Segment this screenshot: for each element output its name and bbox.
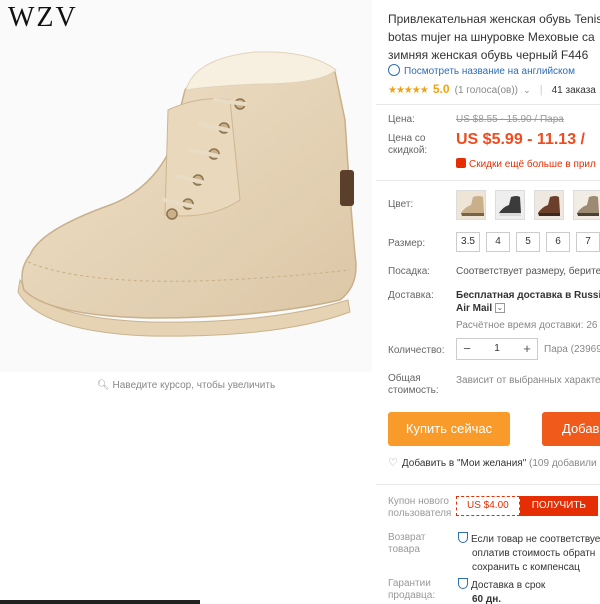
quantity-stepper: − 1 +	[456, 338, 538, 360]
discount-price-label-2: скидкой:	[388, 145, 428, 156]
shipping-label: Доставка:	[388, 290, 434, 301]
boot-thumbnail	[496, 191, 525, 219]
buy-now-button[interactable]: Купить сейчас	[388, 412, 510, 446]
size-option[interactable]: 3.5	[456, 232, 480, 252]
title-line-2: botas mujer на шнуровке Меховые са	[388, 30, 595, 44]
total-value: Зависит от выбранных характе	[456, 375, 600, 386]
product-info-panel: Привлекательная женская обувь Tenis bota…	[376, 0, 600, 604]
size-option[interactable]: 4	[486, 232, 510, 252]
quantity-input[interactable]: 1	[477, 339, 517, 359]
shipping-line-1: Бесплатная доставка в Russi	[456, 290, 600, 301]
coupon-label-2: пользователя	[388, 508, 452, 519]
rating-stars-icon: ★★★★★	[388, 85, 429, 96]
boot-illustration	[17, 51, 357, 337]
quantity-label: Количество:	[388, 345, 445, 356]
translate-icon	[388, 64, 400, 76]
guarantee-line-2: 60 дн.	[472, 594, 502, 604]
wishlist-count: (109 добавили	[529, 458, 597, 469]
size-label: Размер:	[388, 238, 426, 249]
shield-icon	[458, 578, 468, 589]
returns-label-2: товара	[388, 544, 420, 555]
zoom-hint: 🔍︎ Наведите курсор, чтобы увеличить	[0, 380, 372, 391]
price-label: Цена:	[388, 114, 415, 125]
divider	[376, 104, 600, 105]
total-label-1: Общая	[388, 373, 421, 384]
color-label: Цвет:	[388, 199, 414, 210]
chevron-down-icon[interactable]: ⌄	[494, 303, 505, 314]
coupon-amount: US $4.00	[456, 496, 520, 516]
guarantee-label-2: продавца:	[388, 590, 436, 601]
rating-row: ★★★★★ 5.0 (1 голоса(ов)) ⌄ | 41 заказа	[388, 82, 596, 96]
boot-thumbnail	[574, 191, 600, 219]
size-option[interactable]: 5	[516, 232, 540, 252]
shield-icon	[458, 532, 468, 543]
returns-line-2: оплатив стоимость обратн	[472, 548, 596, 559]
divider: |	[539, 84, 543, 96]
size-option[interactable]: 7	[576, 232, 600, 252]
rating-value[interactable]: 5.0	[433, 82, 450, 96]
divider	[376, 180, 600, 181]
title-line-1: Привлекательная женская обувь Tenis	[388, 12, 600, 26]
discount-price: US $5.99 - 11.13 /	[456, 131, 585, 148]
available-count: Пара (23969	[544, 344, 600, 355]
color-swatch-2[interactable]	[495, 190, 526, 220]
app-discount-note[interactable]: Скидки ещё больше в прил	[456, 158, 596, 170]
color-swatch-3[interactable]	[534, 190, 565, 220]
app-discount-text: Скидки ещё больше в прил	[469, 159, 596, 170]
fit-label: Посадка:	[388, 266, 431, 277]
guarantee-label-1: Гарантии	[388, 578, 431, 589]
size-options: 3.5 4 5 6 7	[456, 232, 600, 252]
wishlist-text: Добавить в "Мои желания"	[401, 458, 527, 469]
title-line-3: зимняя женская обувь черный F446	[388, 48, 589, 62]
shipping-line-2: Air Mail	[456, 303, 493, 314]
mobile-tag-icon	[456, 158, 466, 168]
discount-price-label-1: Цена со	[388, 133, 426, 144]
divider	[376, 484, 600, 485]
add-to-cart-button[interactable]: Добав	[542, 412, 600, 446]
magnifier-icon: 🔍︎	[96, 380, 110, 391]
bottom-bar	[0, 600, 200, 604]
returns-line-1: Если товар не соответствует	[471, 534, 600, 545]
color-swatch-1[interactable]	[456, 190, 486, 220]
quantity-plus-button[interactable]: +	[517, 339, 537, 359]
returns-label-1: Возврат	[388, 532, 426, 543]
boot-thumbnail	[535, 191, 564, 219]
image-gallery: WZV 🔍︎ Наведите курсор, чтобы увеличить	[0, 0, 372, 604]
heart-icon: ♡	[388, 457, 398, 469]
rating-votes[interactable]: (1 голоса(ов))	[455, 85, 518, 96]
color-swatch-4[interactable]	[573, 190, 600, 220]
translate-link-text: Посмотреть название на английском	[404, 66, 575, 77]
returns-line-3: сохранить с компенсац	[472, 562, 580, 573]
get-coupon-button[interactable]: ПОЛУЧИТЬ	[519, 496, 598, 516]
old-price: US $8.55 - 15.90 / Пара	[456, 114, 564, 125]
total-label-2: стоимость:	[388, 385, 439, 396]
size-option[interactable]: 6	[546, 232, 570, 252]
boot-thumbnail	[457, 191, 485, 219]
returns-policy: Если товар не соответствует оплатив стои…	[458, 532, 600, 575]
delivery-eta: Расчётное время доставки: 26	[456, 320, 598, 331]
quantity-minus-button[interactable]: −	[457, 339, 477, 359]
new-user-coupon: US $4.00 ПОЛУЧИТЬ	[456, 496, 598, 516]
product-title: Привлекательная женская обувь Tenis bota…	[388, 10, 600, 64]
shipping-method[interactable]: Бесплатная доставка в Russi	[456, 290, 600, 301]
product-image[interactable]: WZV	[0, 0, 372, 372]
wishlist-link[interactable]: ♡ Добавить в "Мои желания" (109 добавили	[388, 456, 597, 469]
color-swatches	[456, 190, 600, 223]
chevron-down-icon[interactable]: ⌄	[523, 85, 531, 95]
fit-value: Соответствует размеру, берите	[456, 266, 600, 277]
coupon-label-1: Купон нового	[388, 496, 449, 507]
zoom-hint-text: Наведите курсор, чтобы увеличить	[112, 380, 276, 391]
order-count: 41 заказа	[551, 85, 596, 96]
shipping-carrier[interactable]: Air Mail ⌄	[456, 303, 505, 314]
translate-title-link[interactable]: Посмотреть название на английском	[388, 64, 575, 77]
brand-logo: WZV	[8, 2, 78, 33]
guarantee-line-1: Доставка в срок	[471, 580, 546, 591]
seller-guarantee: Доставка в срок 60 дн.	[458, 578, 545, 604]
